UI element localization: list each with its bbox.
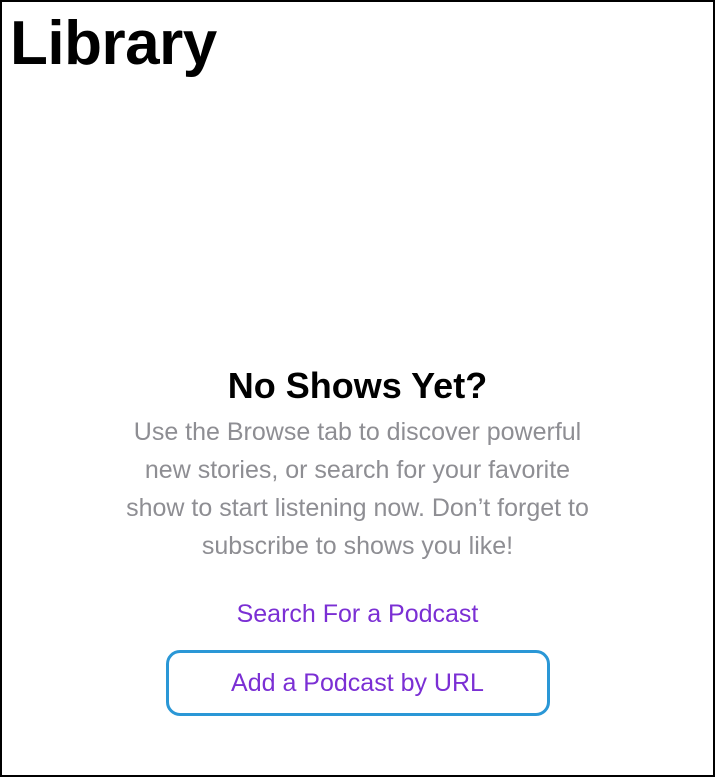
highlight-annotation-ring: Add a Podcast by URL (165, 650, 550, 717)
empty-state-title: No Shows Yet? (227, 365, 488, 406)
empty-state-message-line: subscribe to shows you like! (201, 532, 514, 561)
app-screen: Library No Shows Yet? Use the Browse tab… (0, 0, 715, 777)
search-for-podcast-link[interactable]: Search For a Podcast (237, 599, 479, 629)
empty-state-message-line: new stories, or search for your favorite (144, 456, 571, 485)
empty-state-message-line: Use the Browse tab to discover powerful (133, 418, 582, 447)
add-podcast-by-url-link[interactable]: Add a Podcast by URL (231, 668, 484, 698)
page-title: Library (10, 9, 217, 78)
empty-state-message: Use the Browse tab to discover powerful … (38, 413, 678, 565)
empty-state: No Shows Yet? Use the Browse tab to disc… (2, 364, 713, 717)
empty-state-message-line: show to start listening now. Don’t forge… (126, 494, 589, 523)
